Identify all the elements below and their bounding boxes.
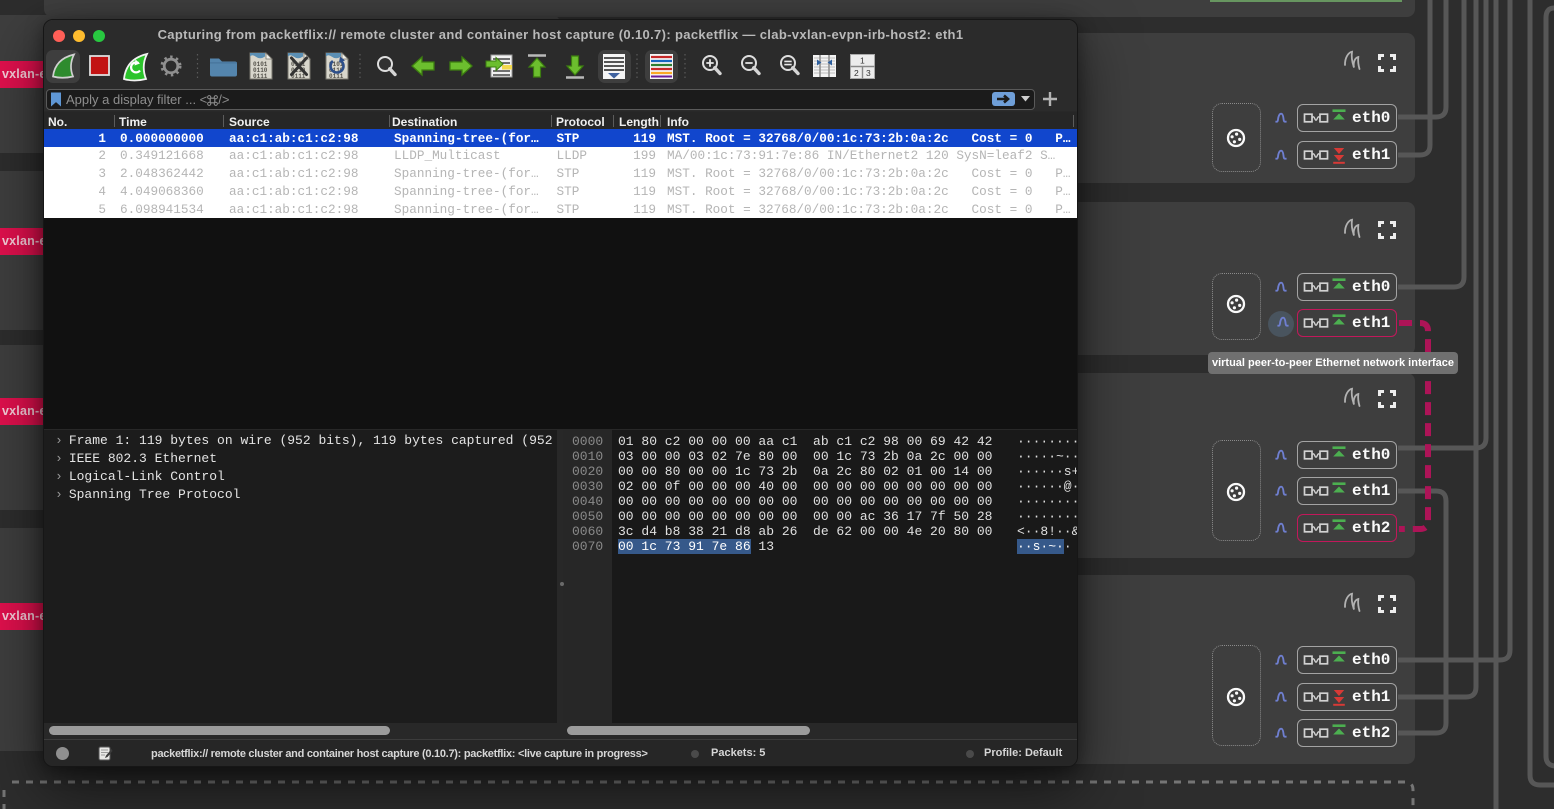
svg-text:3: 3 — [866, 68, 871, 78]
svg-text:1: 1 — [860, 56, 865, 66]
svg-text:2: 2 — [854, 68, 859, 78]
